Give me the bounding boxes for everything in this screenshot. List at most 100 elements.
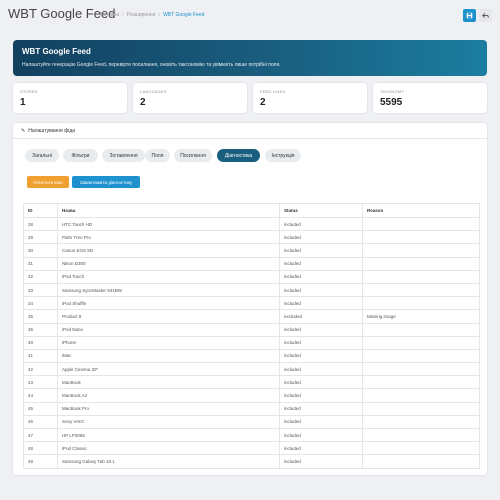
panel-title: ✎ Налаштування фіда: [21, 128, 75, 134]
table-cell: included: [279, 441, 363, 456]
tab-fields[interactable]: Поля: [145, 149, 170, 162]
table-cell: [362, 441, 480, 456]
table-cell: 31: [23, 256, 58, 271]
table-cell: included: [279, 362, 363, 377]
table-cell: [362, 296, 480, 311]
hero-title: WBT Google Feed: [22, 47, 91, 56]
stat-card-feed-links: FEED LINKS 2: [253, 83, 367, 113]
table-cell: 42: [23, 362, 58, 377]
table-row: 31 Nikon D300 included: [23, 256, 480, 271]
tab-links[interactable]: Посилання: [174, 149, 212, 162]
table-cell: 36: [23, 322, 58, 337]
table-row: 40 iPhone included: [23, 335, 480, 350]
table-cell: [362, 335, 480, 350]
table-cell: MacBook Air: [57, 388, 280, 403]
breadcrumb-current[interactable]: WBT Google Feed: [163, 12, 204, 18]
table-cell: Missing image: [362, 309, 480, 324]
table-cell: 41: [23, 348, 58, 364]
hero-subtitle: Налаштуйте генерацію Google Feed, переві…: [22, 62, 281, 68]
table-row: 28 HTC Touch HD included: [23, 216, 480, 232]
table-cell: included: [279, 269, 363, 284]
load-diagnostics-button[interactable]: Завантажити діагностику: [72, 176, 140, 188]
table-row: 30 Canon EOS 5D included: [23, 243, 480, 258]
table-cell: included: [279, 322, 363, 337]
table-cell: iPod Touch: [57, 269, 280, 284]
table-cell: [362, 282, 480, 298]
tab-general[interactable]: Загальні: [25, 149, 59, 162]
back-button[interactable]: [479, 9, 492, 22]
table-cell: [362, 256, 480, 271]
table-cell: included: [279, 375, 363, 390]
table-row: 42 Apple Cinema 30" included: [23, 362, 480, 377]
table-cell: included: [279, 454, 363, 469]
top-bar: WBT Google Feed Головна › Розширення › WBT G…: [0, 0, 500, 28]
save-button[interactable]: [463, 9, 476, 22]
feed-settings-panel: ✎ Налаштування фіда Загальні Фільтри Зіст…: [13, 123, 487, 475]
table-cell: [362, 362, 480, 377]
table-cell: [362, 388, 480, 403]
stat-card-taxonomy: TAXONOMY 5595: [373, 83, 487, 113]
table-cell: [362, 414, 480, 430]
table-cell: [362, 401, 480, 416]
table-row: 35 Product 8 excluded Missing image: [23, 309, 480, 324]
panel-title-text: Налаштування фіда: [28, 128, 76, 134]
table-cell: included: [279, 243, 363, 258]
stat-label: FEED LINKS: [260, 89, 286, 94]
table-cell: [362, 230, 480, 245]
table-cell: MacBook: [57, 375, 280, 390]
table-cell: included: [279, 401, 363, 416]
table-cell: [362, 454, 480, 469]
stat-value: 1: [20, 97, 26, 108]
table-cell: iPod Shuffle: [57, 296, 280, 311]
table-cell: [362, 216, 480, 232]
tab-diagnostics[interactable]: Діагностика: [217, 149, 260, 162]
pencil-icon: ✎: [21, 128, 26, 134]
table-cell: [362, 427, 480, 443]
table-header-row: ID Назва Status Reason: [23, 203, 480, 218]
table-cell: MacBook Pro: [57, 401, 280, 416]
table-cell: [362, 243, 480, 258]
tab-filters[interactable]: Фільтри: [63, 149, 98, 162]
table-row: 36 iPod Nano included: [23, 322, 480, 337]
stat-label: STORES: [20, 89, 38, 94]
table-row: 41 iMac included: [23, 348, 480, 364]
table-cell: included: [279, 216, 363, 232]
breadcrumb-extensions[interactable]: Розширення: [127, 12, 156, 18]
column-header: ID: [23, 203, 58, 218]
table-cell: HP LP3065: [57, 427, 280, 443]
stat-value: 2: [140, 97, 146, 108]
table-cell: included: [279, 348, 363, 364]
stat-value: 5595: [380, 97, 403, 108]
tab-mapping[interactable]: Зіставлення: [102, 149, 145, 162]
table-cell: [362, 322, 480, 337]
table-cell: 35: [23, 309, 58, 324]
column-header: Status: [279, 203, 363, 218]
stat-card-stores: STORES 1: [13, 83, 127, 113]
table-row: 32 iPod Touch included: [23, 269, 480, 284]
table-row: 44 MacBook Air included: [23, 388, 480, 403]
table-cell: HTC Touch HD: [57, 216, 280, 232]
table-cell: 46: [23, 414, 58, 430]
tab-instructions[interactable]: Інструкція: [265, 149, 301, 162]
table-row: 43 MacBook included: [23, 375, 480, 390]
table-body: 28 HTC Touch HD included 29 Palm Treo Pro inc…: [23, 216, 480, 469]
table-cell: [362, 269, 480, 284]
stat-card-languages: LANGUAGES 2: [133, 83, 247, 113]
breadcrumb-home[interactable]: Головна: [100, 12, 119, 18]
table-cell: 48: [23, 441, 58, 456]
column-header: Reason: [362, 203, 480, 218]
clear-cache-button[interactable]: Очистити кеш: [27, 176, 69, 188]
table-cell: included: [279, 335, 363, 350]
table-cell: 49: [23, 454, 58, 469]
hero-banner: WBT Google Feed Налаштуйте генерацію Goo…: [13, 40, 487, 76]
table-cell: Nikon D300: [57, 256, 280, 271]
column-header: Назва: [57, 203, 280, 218]
table-row: 46 Sony VAIO included: [23, 414, 480, 430]
table-row: 45 MacBook Pro included: [23, 401, 480, 416]
table-cell: Samsung SyncMaster 941BW: [57, 282, 280, 298]
table-cell: iPod Classic: [57, 441, 280, 456]
table-cell: 45: [23, 401, 58, 416]
table-row: 47 HP LP3065 included: [23, 427, 480, 443]
panel-header: ✎ Налаштування фіда: [13, 123, 487, 139]
breadcrumb: Головна › Розширення › WBT Google Feed: [100, 12, 205, 18]
